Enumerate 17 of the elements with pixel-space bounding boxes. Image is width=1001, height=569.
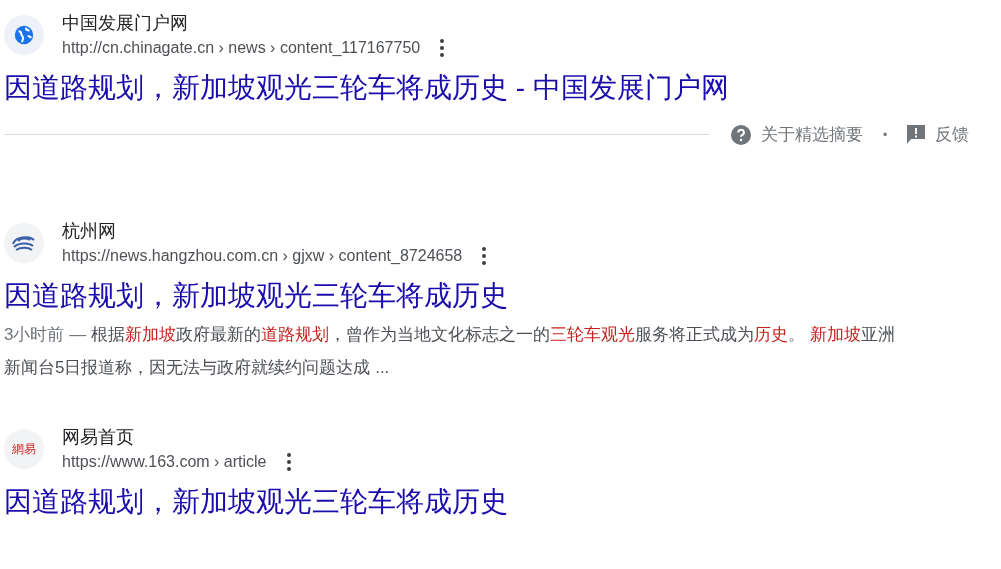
globe-icon [13,24,35,46]
feedback-icon [907,125,926,145]
result-title-link[interactable]: 因道路规划，新加坡观光三轮车将成历史 [4,481,1001,522]
site-url: https://www.163.com › article [62,451,267,472]
site-name: 中国发展门户网 [62,12,189,35]
feedback-link[interactable]: 反馈 [935,122,970,148]
result-snippet: 3小时前 — 根据新加坡政府最新的道路规划，曾作为当地文化标志之一的三轮车观光服务将正式成为历史。 新加坡亚洲新闻台5日报道称，因无法与政府就续约问题达成 ... [4,323,896,379]
about-snippet-link[interactable]: 关于精选摘要 [761,122,863,148]
result-title-link[interactable]: 因道路规划，新加坡观光三轮车将成历史 - 中国发展门户网 [4,68,1001,108]
result-title-link[interactable]: 因道路规划，新加坡观光三轮车将成历史 [4,275,1001,316]
site-url: http://cn.chinagate.cn › news › content_117167750 [62,38,421,58]
site-name: 网易首页 [62,425,135,449]
site-name: 杭州网 [62,219,117,243]
logo-text: 網易 [12,442,36,455]
separator-dot: • [883,126,888,144]
site-url: https://news.hangzhou.com.cn › gjxw › content_8724658 [62,245,463,266]
help-icon [731,124,751,145]
